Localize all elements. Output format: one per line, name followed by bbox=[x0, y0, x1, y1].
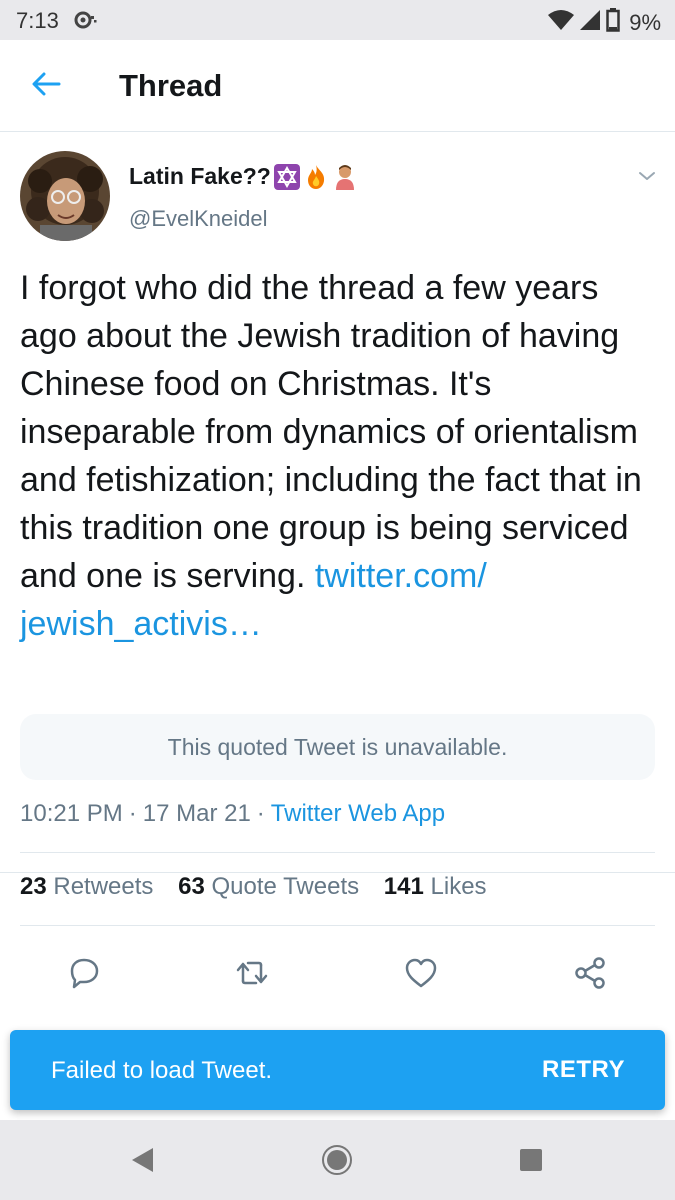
status-time: 7:13 bbox=[16, 8, 59, 33]
notification-icon bbox=[74, 11, 98, 34]
system-nav-bar bbox=[0, 1120, 675, 1200]
quoted-tweet-unavailable: This quoted Tweet is unavailable. bbox=[20, 714, 655, 780]
likes-count: 141 bbox=[383, 873, 424, 900]
status-icons: 9% bbox=[548, 8, 661, 37]
wifi-icon bbox=[548, 9, 575, 36]
likes-stat[interactable]: 141 Likes bbox=[384, 873, 487, 900]
avatar[interactable] bbox=[20, 151, 110, 241]
retweets-label: Retweets bbox=[53, 873, 154, 900]
quoted-unavailable-text: This quoted Tweet is unavailable. bbox=[167, 733, 508, 760]
retweets-count: 23 bbox=[20, 873, 47, 900]
recents-square-icon bbox=[518, 1147, 544, 1178]
nav-home-button[interactable] bbox=[317, 1142, 357, 1182]
retweets-stat[interactable]: 23 Retweets bbox=[20, 873, 153, 900]
quotes-label: Quote Tweets bbox=[211, 873, 360, 900]
like-icon[interactable] bbox=[403, 955, 439, 991]
tweet-stats: 23 Retweets 63 Quote Tweets 141 Likes bbox=[20, 873, 505, 901]
chevron-down-icon[interactable] bbox=[634, 163, 660, 189]
facepalm-emoji-icon bbox=[332, 164, 358, 190]
back-arrow-icon bbox=[31, 72, 61, 101]
page-title: Thread bbox=[119, 68, 223, 103]
meta-separator: · bbox=[128, 800, 137, 827]
tweet-source-link[interactable]: Twitter Web App bbox=[271, 800, 445, 827]
nav-back-button[interactable] bbox=[122, 1142, 162, 1182]
battery-percent: 9% bbox=[629, 9, 661, 35]
tweet-time: 10:21 PM bbox=[20, 800, 123, 827]
status-bar: 7:13 9% bbox=[0, 0, 675, 40]
back-button[interactable] bbox=[24, 66, 68, 106]
link-line-1: twitter.com/ bbox=[314, 557, 487, 595]
star-of-david-emoji-icon bbox=[273, 163, 300, 190]
reply-icon[interactable] bbox=[66, 955, 102, 991]
tweet-date: 17 Mar 21 bbox=[142, 800, 251, 827]
divider bbox=[20, 852, 655, 853]
fire-emoji-icon bbox=[303, 164, 329, 190]
quotes-stat[interactable]: 63 Quote Tweets bbox=[178, 873, 359, 900]
app-header: Thread bbox=[0, 40, 675, 132]
display-name[interactable]: Latin Fake?? bbox=[129, 163, 358, 190]
user-handle[interactable]: @EvelKneidel bbox=[129, 206, 268, 232]
tweet-body: I forgot who did the thread a few years … bbox=[20, 269, 642, 595]
quotes-count: 63 bbox=[178, 873, 205, 900]
link-line-2: jewish_activis… bbox=[20, 605, 262, 643]
tweet-meta: 10:21 PM · 17 Mar 21 · Twitter Web App bbox=[20, 800, 445, 828]
snackbar-message: Failed to load Tweet. bbox=[51, 1057, 273, 1084]
display-name-text: Latin Fake?? bbox=[129, 163, 271, 189]
divider bbox=[0, 872, 675, 873]
share-icon[interactable] bbox=[572, 955, 608, 991]
nav-recents-button[interactable] bbox=[511, 1142, 551, 1182]
battery-icon bbox=[606, 8, 620, 37]
error-snackbar: Failed to load Tweet. RETRY bbox=[10, 1030, 665, 1110]
likes-label: Likes bbox=[430, 873, 487, 900]
retry-button[interactable]: RETRY bbox=[542, 1056, 625, 1084]
divider bbox=[20, 925, 655, 926]
meta-separator: · bbox=[256, 800, 265, 827]
tweet-actions bbox=[0, 943, 675, 1003]
signal-icon bbox=[579, 9, 601, 36]
back-triangle-icon bbox=[129, 1146, 155, 1179]
home-circle-icon bbox=[321, 1144, 353, 1181]
retweet-icon[interactable] bbox=[234, 955, 270, 991]
tweet-text: I forgot who did the thread a few years … bbox=[20, 264, 660, 648]
